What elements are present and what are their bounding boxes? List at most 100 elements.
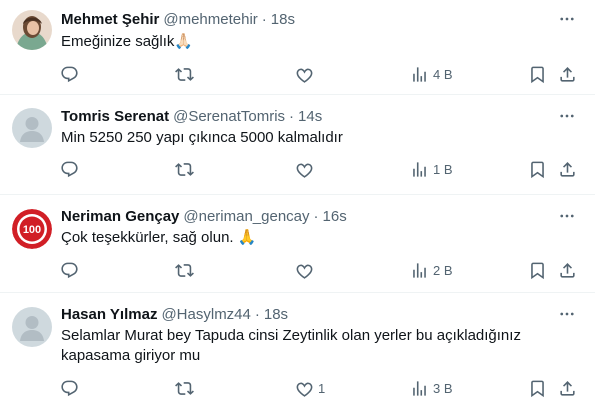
like-button[interactable] — [295, 156, 318, 182]
display-name[interactable]: Tomris Serenat — [61, 108, 169, 125]
avatar[interactable] — [12, 10, 52, 50]
action-bar: 1 3 B — [52, 375, 582, 401]
more-icon[interactable] — [557, 106, 577, 126]
tweet-neriman-gencay[interactable]: 100 Neriman Gençay @neriman_gencay · 16s… — [0, 195, 595, 293]
tweet-text: Çok teşekkürler, sağ olun. 🙏 — [61, 228, 571, 248]
views-chart-icon — [413, 66, 426, 82]
avatar[interactable] — [12, 307, 52, 347]
reply-icon — [61, 380, 78, 396]
views-count: 3 B — [433, 380, 453, 396]
views-chart-icon — [413, 262, 426, 278]
views-chart-icon — [413, 380, 426, 396]
views-button[interactable]: 4 B — [410, 61, 453, 87]
tweet-text: Min 5250 250 yapı çıkınca 5000 kalmalıdı… — [61, 129, 343, 146]
timestamp[interactable]: 14s — [298, 108, 322, 125]
reply-button[interactable] — [60, 375, 83, 401]
bookmark-icon — [531, 380, 544, 397]
reply-button[interactable] — [60, 257, 83, 283]
more-icon[interactable] — [557, 9, 577, 29]
display-name[interactable]: Neriman Gençay — [61, 208, 179, 225]
profile-badge-icon: 100 — [12, 209, 52, 249]
tweet-text: Emeğinize sağlık🙏🏻 — [61, 32, 571, 52]
heart-icon — [296, 163, 313, 178]
bookmark-button[interactable] — [528, 61, 547, 87]
share-icon — [560, 161, 575, 177]
separator-dot: · — [313, 207, 319, 225]
retweet-icon — [175, 263, 194, 277]
bookmark-button[interactable] — [528, 257, 547, 283]
heart-icon — [296, 382, 313, 397]
retweet-icon — [175, 162, 194, 176]
reply-icon — [61, 161, 78, 177]
more-icon[interactable] — [557, 206, 577, 226]
folded-hands-emoji: 🙏 — [237, 229, 257, 246]
views-button[interactable]: 2 B — [410, 257, 453, 283]
username[interactable]: @neriman_gencay — [183, 208, 309, 225]
timestamp[interactable]: 18s — [264, 306, 288, 323]
profile-photo — [12, 10, 52, 50]
tweet-text-content: Çok teşekkürler, sağ olun. — [61, 229, 234, 246]
display-name[interactable]: Hasan Yılmaz — [61, 306, 157, 323]
avatar[interactable]: 100 — [12, 209, 52, 249]
replies-feed: Mehmet Şehir @mehmetehir · 18s Emeğinize… — [0, 0, 595, 405]
views-count: 4 B — [433, 66, 453, 82]
tweet-header: Neriman Gençay @neriman_gencay · 16s — [61, 206, 347, 226]
views-count: 2 B — [433, 262, 453, 278]
separator-dot: · — [261, 10, 267, 28]
views-chart-icon — [413, 161, 426, 177]
retweet-button[interactable] — [175, 61, 198, 87]
bookmark-icon — [531, 161, 544, 178]
share-button[interactable] — [558, 156, 577, 182]
username[interactable]: @mehmetehir — [163, 11, 257, 28]
reply-button[interactable] — [60, 156, 83, 182]
display-name[interactable]: Mehmet Şehir — [61, 11, 159, 28]
avatar-text: 100 — [23, 224, 41, 236]
separator-dot: · — [289, 107, 295, 125]
reply-icon — [61, 262, 78, 278]
reply-button[interactable] — [60, 61, 83, 87]
tweet-text-content: Emeğinize sağlık — [61, 33, 175, 50]
timestamp[interactable]: 16s — [323, 208, 347, 225]
tweet-header: Tomris Serenat @SerenatTomris · 14s — [61, 106, 322, 126]
retweet-button[interactable] — [175, 375, 198, 401]
retweet-icon — [175, 67, 194, 81]
retweet-button[interactable] — [175, 156, 198, 182]
action-bar: 2 B — [52, 257, 582, 283]
bookmark-icon — [531, 66, 544, 83]
like-button[interactable] — [295, 257, 318, 283]
tweet-mehmet-sehir[interactable]: Mehmet Şehir @mehmetehir · 18s Emeğinize… — [0, 0, 595, 95]
bookmark-icon — [531, 262, 544, 279]
share-icon — [560, 380, 575, 396]
action-bar: 4 B — [52, 61, 582, 87]
views-button[interactable]: 3 B — [410, 375, 453, 401]
share-button[interactable] — [558, 61, 577, 87]
tweet-tomris-serenat[interactable]: Tomris Serenat @SerenatTomris · 14s Min … — [0, 95, 595, 195]
default-avatar-icon — [12, 108, 52, 148]
tweet-header: Mehmet Şehir @mehmetehir · 18s — [61, 9, 295, 29]
username[interactable]: @SerenatTomris — [173, 108, 285, 125]
bookmark-button[interactable] — [528, 375, 547, 401]
separator-dot: · — [254, 305, 260, 323]
folded-hands-emoji: 🙏🏻 — [174, 33, 194, 50]
like-button[interactable] — [295, 61, 318, 87]
views-button[interactable]: 1 B — [410, 156, 453, 182]
like-count: 1 — [318, 380, 326, 396]
share-icon — [560, 262, 575, 278]
avatar[interactable] — [12, 108, 52, 148]
more-icon[interactable] — [557, 304, 577, 324]
like-button[interactable]: 1 — [295, 375, 325, 401]
default-avatar-icon — [12, 307, 52, 347]
share-button[interactable] — [558, 257, 577, 283]
heart-icon — [296, 264, 313, 279]
tweet-hasan-yilmaz[interactable]: Hasan Yılmaz @Hasylmz44 · 18s Selamlar M… — [0, 293, 595, 405]
share-button[interactable] — [558, 375, 577, 401]
share-icon — [560, 66, 575, 82]
username[interactable]: @Hasylmz44 — [161, 306, 250, 323]
reply-icon — [61, 66, 78, 82]
heart-icon — [296, 68, 313, 83]
action-bar: 1 B — [52, 156, 582, 182]
timestamp[interactable]: 18s — [271, 11, 295, 28]
retweet-button[interactable] — [175, 257, 198, 283]
tweet-header: Hasan Yılmaz @Hasylmz44 · 18s — [61, 304, 288, 324]
bookmark-button[interactable] — [528, 156, 547, 182]
